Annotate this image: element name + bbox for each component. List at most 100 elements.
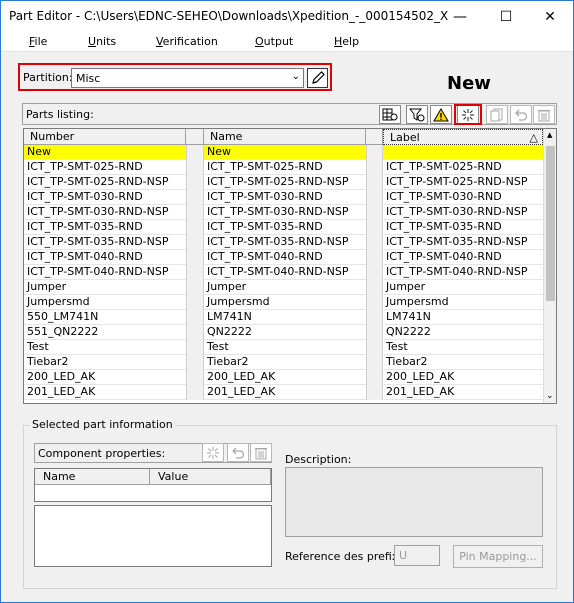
table-cell[interactable]: ICT_TP-SMT-025-RND xyxy=(204,160,366,175)
maximize-button[interactable]: ☐ xyxy=(483,1,529,32)
undo-property-button[interactable] xyxy=(227,443,249,462)
table-cell[interactable]: ICT_TP-SMT-025-RND-NSP xyxy=(204,175,366,190)
table-cell[interactable]: New xyxy=(204,145,366,160)
menu-units[interactable]: Units xyxy=(88,35,116,48)
column-header-number[interactable]: Number xyxy=(24,129,186,145)
scroll-down-icon[interactable]: ⌄ xyxy=(546,391,554,401)
table-cell[interactable]: ICT_TP-SMT-025-RND-NSP xyxy=(24,175,186,190)
table-cell[interactable]: LM741N xyxy=(383,310,543,325)
parts-grid-scrollbar[interactable]: ▲ ⌄ xyxy=(543,129,556,403)
table-row[interactable]: Jumper Jumper Jumper xyxy=(24,280,544,295)
table-cell[interactable]: ICT_TP-SMT-040-RND xyxy=(24,250,186,265)
table-cell[interactable]: ICT_TP-SMT-040-RND xyxy=(204,250,366,265)
table-cell[interactable] xyxy=(383,145,543,160)
partition-select[interactable]: Misc ⌄ xyxy=(71,68,304,88)
table-cell[interactable]: ICT_TP-SMT-030-RND-NSP xyxy=(383,205,543,220)
table-cell[interactable]: ICT_TP-SMT-035-RND-NSP xyxy=(383,235,543,250)
table-row[interactable]: New New xyxy=(24,145,544,160)
table-cell[interactable]: ICT_TP-SMT-035-RND-NSP xyxy=(204,235,366,250)
table-cell[interactable]: 551_QN2222 xyxy=(24,325,186,340)
table-cell[interactable]: New xyxy=(24,145,186,160)
table-cell[interactable]: ICT_TP-SMT-035-RND xyxy=(383,220,543,235)
table-row[interactable]: ICT_TP-SMT-040-RND-NSP ICT_TP-SMT-040-RND… xyxy=(24,265,544,280)
table-cell[interactable]: Jumpersmd xyxy=(383,295,543,310)
table-cell[interactable]: ICT_TP-SMT-030-RND xyxy=(383,190,543,205)
copy-part-button[interactable] xyxy=(486,105,508,124)
table-cell[interactable]: ICT_TP-SMT-030-RND-NSP xyxy=(204,205,366,220)
table-row[interactable]: 550_LM741N LM741N LM741N xyxy=(24,310,544,325)
table-cell[interactable]: Test xyxy=(383,340,543,355)
table-cell[interactable]: ICT_TP-SMT-025-RND xyxy=(24,160,186,175)
column-header-label[interactable]: Label △ xyxy=(383,129,543,145)
new-property-button[interactable] xyxy=(202,443,224,462)
table-cell[interactable]: Jumper xyxy=(204,280,366,295)
menu-help[interactable]: Help xyxy=(334,35,359,48)
table-cell[interactable]: ICT_TP-SMT-025-RND-NSP xyxy=(383,175,543,190)
filter-button[interactable] xyxy=(406,105,428,124)
table-row[interactable]: ICT_TP-SMT-035-RND-NSP ICT_TP-SMT-035-RND… xyxy=(24,235,544,250)
table-cell[interactable]: Tiebar2 xyxy=(204,355,366,370)
table-cell[interactable]: ICT_TP-SMT-030-RND xyxy=(204,190,366,205)
table-row[interactable]: ICT_TP-SMT-035-RND ICT_TP-SMT-035-RND ICT_… xyxy=(24,220,544,235)
property-column-value[interactable]: Value xyxy=(150,469,271,485)
table-cell[interactable]: 201_LED_AK xyxy=(24,385,186,400)
table-cell[interactable]: ICT_TP-SMT-035-RND xyxy=(24,220,186,235)
table-cell[interactable]: QN2222 xyxy=(383,325,543,340)
reference-prefix-input[interactable]: U xyxy=(394,545,440,566)
table-cell[interactable]: ICT_TP-SMT-030-RND xyxy=(24,190,186,205)
edit-partition-button[interactable] xyxy=(307,68,328,88)
table-cell[interactable]: ICT_TP-SMT-040-RND-NSP xyxy=(24,265,186,280)
table-cell[interactable]: 200_LED_AK xyxy=(383,370,543,385)
table-cell[interactable]: 200_LED_AK xyxy=(204,370,366,385)
table-row[interactable]: 201_LED_AK 201_LED_AK 201_LED_AK xyxy=(24,385,544,400)
table-row[interactable]: Tiebar2 Tiebar2 Tiebar2 xyxy=(24,355,544,370)
table-row[interactable]: 200_LED_AK 200_LED_AK 200_LED_AK xyxy=(24,370,544,385)
column-header-name[interactable]: Name xyxy=(204,129,366,145)
table-cell[interactable]: Test xyxy=(24,340,186,355)
table-row[interactable]: Test Test Test xyxy=(24,340,544,355)
table-cell[interactable]: ICT_TP-SMT-040-RND-NSP xyxy=(383,265,543,280)
grid-options-button[interactable] xyxy=(379,105,401,124)
table-cell[interactable]: 201_LED_AK xyxy=(383,385,543,400)
scrollbar-thumb[interactable] xyxy=(546,146,555,301)
undo-button[interactable] xyxy=(510,105,532,124)
warning-button[interactable] xyxy=(430,105,452,124)
close-button[interactable]: ✕ xyxy=(527,1,573,32)
description-field[interactable] xyxy=(285,467,543,537)
table-cell[interactable]: Jumper xyxy=(383,280,543,295)
table-row[interactable]: ICT_TP-SMT-025-RND ICT_TP-SMT-025-RND ICT_… xyxy=(24,160,544,175)
table-row[interactable]: ICT_TP-SMT-030-RND-NSP ICT_TP-SMT-030-RND… xyxy=(24,205,544,220)
table-row[interactable]: ICT_TP-SMT-030-RND ICT_TP-SMT-030-RND ICT_… xyxy=(24,190,544,205)
table-cell[interactable]: ICT_TP-SMT-025-RND xyxy=(383,160,543,175)
table-cell[interactable]: 550_LM741N xyxy=(24,310,186,325)
table-row[interactable]: 551_QN2222 QN2222 QN2222 xyxy=(24,325,544,340)
pin-mapping-button[interactable]: Pin Mapping... xyxy=(453,545,543,568)
property-editor-box[interactable] xyxy=(34,505,272,567)
table-cell[interactable]: Jumper xyxy=(24,280,186,295)
table-cell[interactable]: 201_LED_AK xyxy=(204,385,366,400)
table-row[interactable]: ICT_TP-SMT-025-RND-NSP ICT_TP-SMT-025-RND… xyxy=(24,175,544,190)
table-cell[interactable]: Tiebar2 xyxy=(24,355,186,370)
table-cell[interactable]: ICT_TP-SMT-035-RND-NSP xyxy=(24,235,186,250)
table-cell[interactable]: LM741N xyxy=(204,310,366,325)
table-cell[interactable]: ICT_TP-SMT-040-RND xyxy=(383,250,543,265)
table-row[interactable]: ICT_TP-SMT-040-RND ICT_TP-SMT-040-RND ICT_… xyxy=(24,250,544,265)
menu-file[interactable]: File xyxy=(29,35,47,48)
table-row[interactable]: Jumpersmd Jumpersmd Jumpersmd xyxy=(24,295,544,310)
table-cell[interactable]: Jumpersmd xyxy=(24,295,186,310)
scroll-up-icon[interactable]: ▲ xyxy=(547,131,552,139)
table-cell[interactable]: QN2222 xyxy=(204,325,366,340)
menu-verification[interactable]: Verification xyxy=(156,35,218,48)
minimize-button[interactable]: — xyxy=(437,1,483,32)
table-cell[interactable]: 200_LED_AK xyxy=(24,370,186,385)
table-cell[interactable]: Tiebar2 xyxy=(383,355,543,370)
delete-part-button[interactable] xyxy=(533,105,555,124)
table-cell[interactable]: ICT_TP-SMT-040-RND-NSP xyxy=(204,265,366,280)
table-cell[interactable]: Test xyxy=(204,340,366,355)
table-cell[interactable]: ICT_TP-SMT-035-RND xyxy=(204,220,366,235)
delete-property-button[interactable] xyxy=(250,443,272,462)
table-cell[interactable]: Jumpersmd xyxy=(204,295,366,310)
menu-output[interactable]: Output xyxy=(255,35,293,48)
property-column-name[interactable]: Name xyxy=(35,469,150,485)
table-cell[interactable]: ICT_TP-SMT-030-RND-NSP xyxy=(24,205,186,220)
